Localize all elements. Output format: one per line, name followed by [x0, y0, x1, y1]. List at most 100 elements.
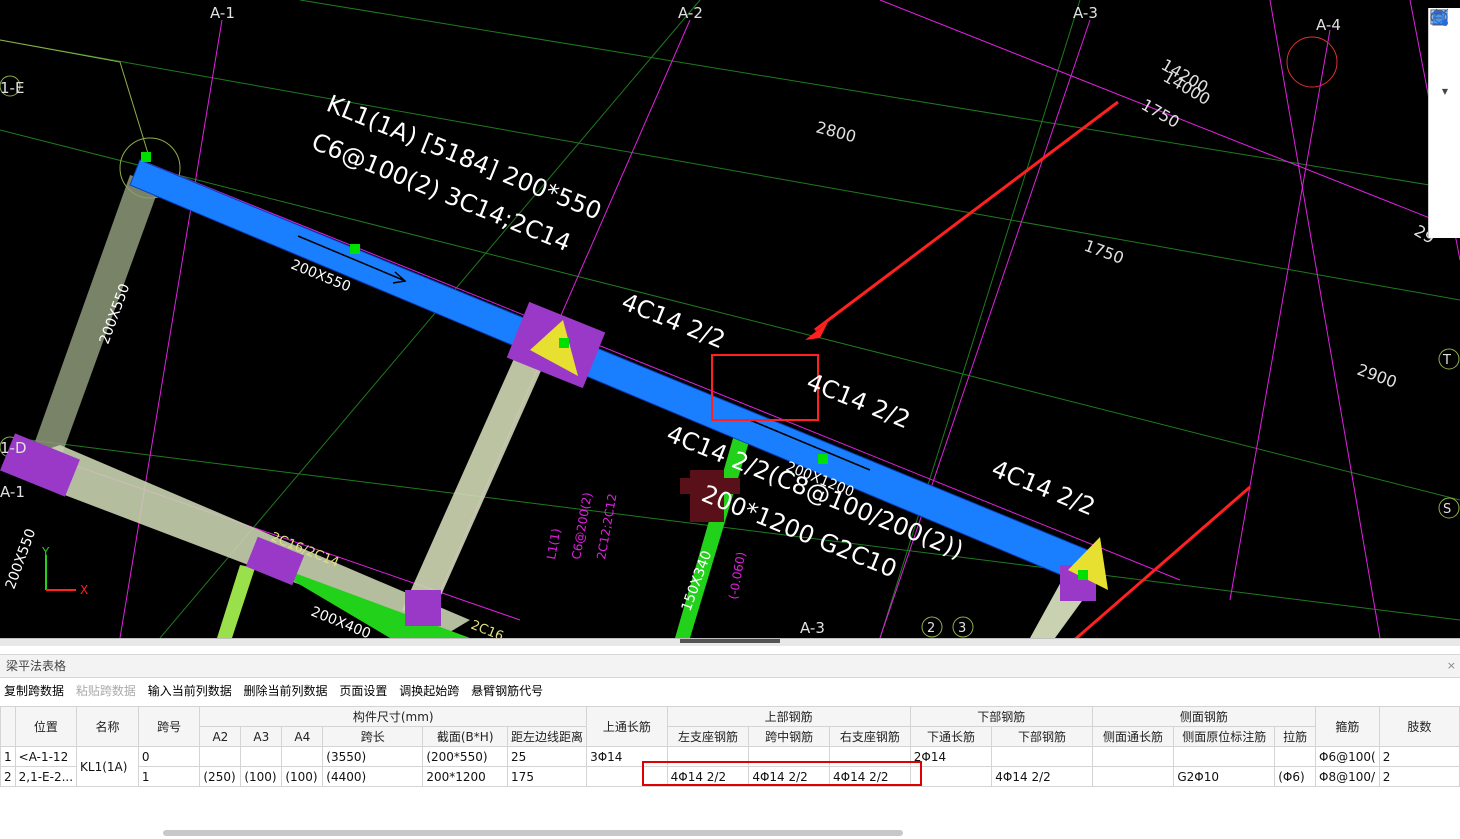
close-icon[interactable]: × [1447, 655, 1456, 677]
rebar-label-left: 4C14 2/2 [618, 288, 729, 355]
cell-top-through[interactable]: 3Φ14 [586, 746, 668, 767]
row-index[interactable]: 2 [0, 766, 16, 787]
cell-len[interactable]: (4400) [322, 766, 424, 787]
3d-view-icon[interactable]: 3D [1432, 11, 1458, 58]
cell-stirrup[interactable]: Φ8@100/ [1315, 766, 1380, 787]
cell-side-orig[interactable]: G2Φ10 [1173, 766, 1276, 787]
col-header-bot-through: 下通长筋 [909, 726, 993, 747]
col-header-dist: 距左边线距离 [507, 726, 588, 747]
cell-a3[interactable]: (100) [240, 766, 283, 787]
section-label-6: 200X550 [3, 527, 40, 592]
beam-table-panel: 梁平法表格 × 复制跨数据 粘贴跨数据 输入当前列数据 删除当前列数据 页面设置… [0, 646, 1460, 839]
copy-span-data-button[interactable]: 复制跨数据 [4, 684, 64, 698]
cell-legs[interactable]: 2 [1378, 746, 1460, 767]
cell-span[interactable]: 1 [137, 766, 201, 787]
cell-left-seat[interactable]: 4Φ14 2/2 [666, 766, 750, 787]
cad-drawing[interactable]: A-1 A-2 A-3 A-4 1-E 1-D A-1 A-3 2 3 T S … [0, 0, 1460, 638]
group-header-bottom: 下部钢筋 [909, 706, 1093, 727]
section-label-5: 150X340 [679, 549, 716, 614]
cell-pos[interactable]: <A-1-12 [14, 746, 78, 767]
cell-len[interactable]: (3550) [322, 746, 424, 767]
cell-right-seat[interactable]: 4Φ14 2/2 [829, 766, 911, 787]
axis-label-2: 2 [927, 621, 935, 636]
horizontal-scrollbar[interactable] [0, 826, 1460, 839]
cell-stirrup[interactable]: Φ6@100( [1315, 746, 1380, 767]
cell-dist[interactable]: 25 [507, 746, 588, 767]
cell-right-seat[interactable] [829, 746, 911, 767]
col-header-len: 跨长 [322, 726, 424, 747]
cell-a3[interactable] [240, 746, 283, 767]
axis-label-1e: 1-E [0, 79, 24, 97]
table-row[interactable]: 2 2,1-E-2... 1 (250) (100) (100) (4400) … [0, 766, 1460, 787]
swap-start-span-button[interactable]: 调换起始跨 [399, 684, 459, 698]
cell-sec[interactable]: (200*550) [422, 746, 509, 767]
cell-top-through[interactable] [586, 766, 668, 787]
col-header-legs: 肢数 [1378, 706, 1460, 747]
small-label-2c12: 2C12;2C12 [594, 492, 619, 560]
cell-name[interactable]: KL1(1A) [76, 746, 139, 787]
col-header-side-through: 侧面通长筋 [1091, 726, 1175, 747]
col-header-span: 跨号 [137, 706, 201, 747]
fit-window-icon[interactable] [1430, 9, 1458, 146]
object-view-icon[interactable] [1430, 9, 1458, 171]
cell-span[interactable]: 0 [137, 746, 201, 767]
scrollbar-thumb[interactable] [163, 830, 903, 836]
axis-label-3: 3 [958, 621, 966, 636]
cell-a2[interactable]: (250) [199, 766, 242, 787]
dim-1750-a: 1750 [1138, 95, 1183, 132]
beam-table: 位置 名称 跨号 构件尺寸(mm) 上通长筋 上部钢筋 下部钢筋 侧面钢筋 箍筋… [0, 706, 1460, 787]
cell-mid[interactable] [748, 746, 831, 767]
delete-column-data-button[interactable]: 删除当前列数据 [244, 684, 328, 698]
cell-a4[interactable] [281, 746, 324, 767]
paste-span-data-button[interactable]: 粘贴跨数据 [76, 684, 136, 698]
group-header-size: 构件尺寸(mm) [199, 706, 588, 727]
cad-viewport[interactable]: A-1 A-2 A-3 A-4 1-E 1-D A-1 A-3 2 3 T S … [0, 0, 1460, 638]
solid-view-icon[interactable] [1432, 12, 1458, 121]
panel-title-text: 梁平法表格 [6, 659, 67, 673]
cell-a4[interactable]: (100) [281, 766, 324, 787]
axis-label-1d: 1-D [0, 439, 27, 457]
table-row[interactable]: 1 <A-1-12 KL1(1A) 0 (3550) (200*550) 25 … [0, 746, 1460, 787]
cell-legs[interactable]: 2 [1378, 766, 1460, 787]
cell-bot[interactable]: 4Φ14 2/2 [991, 766, 1093, 787]
col-header-right-seat: 右支座钢筋 [829, 726, 911, 747]
cell-bot-through[interactable] [909, 766, 993, 787]
cell-tie[interactable]: (Φ6) [1274, 766, 1317, 787]
axis-label-a3-bottom: A-3 [800, 619, 825, 637]
cell-side-through[interactable] [1091, 766, 1175, 787]
axis-label-a1: A-1 [210, 4, 235, 22]
cell-tie[interactable] [1274, 746, 1317, 767]
input-column-data-button[interactable]: 输入当前列数据 [148, 684, 232, 698]
cell-a2[interactable] [199, 746, 242, 767]
splitter-grip[interactable] [680, 639, 780, 643]
col-header-sec: 截面(B*H) [422, 726, 509, 747]
group-header-side: 侧面钢筋 [1091, 706, 1317, 727]
axis-label-a3: A-3 [1073, 4, 1098, 22]
chevron-down-icon[interactable]: ▼ [1432, 86, 1458, 96]
row-index-header [0, 706, 16, 747]
cell-side-through[interactable] [1091, 746, 1175, 767]
row-index[interactable]: 1 [0, 746, 16, 767]
axis-label-a1-left: A-1 [0, 483, 25, 501]
cell-sec[interactable]: 200*1200 [422, 766, 509, 787]
col-header-tie: 拉筋 [1274, 726, 1317, 747]
axis-label-t: T [1442, 353, 1451, 368]
small-label-c6: C6@200(2) [569, 491, 595, 560]
col-header-left-seat: 左支座钢筋 [666, 726, 750, 747]
dim-2800: 2800 [814, 118, 858, 147]
cell-mid[interactable]: 4Φ14 2/2 [748, 766, 831, 787]
cantilever-rebar-code-button[interactable]: 悬臂钢筋代号 [471, 684, 543, 698]
cell-bot-through[interactable]: 2Φ14 [909, 746, 993, 767]
page-setup-button[interactable]: 页面设置 [339, 684, 387, 698]
cell-side-orig[interactable] [1173, 746, 1276, 767]
cell-pos[interactable]: 2,1-E-2... [14, 766, 78, 787]
cell-left-seat[interactable] [666, 746, 750, 767]
cell-bot[interactable] [991, 746, 1093, 767]
cube-view-icon[interactable] [1432, 8, 1458, 83]
cell-dist[interactable]: 175 [507, 766, 588, 787]
svg-text:X: X [80, 583, 88, 597]
col-header-stirrup: 箍筋 [1315, 706, 1380, 747]
properties-view-icon[interactable] [1430, 9, 1458, 196]
col-header-name: 名称 [76, 706, 139, 747]
axis-label-a2: A-2 [678, 4, 703, 22]
